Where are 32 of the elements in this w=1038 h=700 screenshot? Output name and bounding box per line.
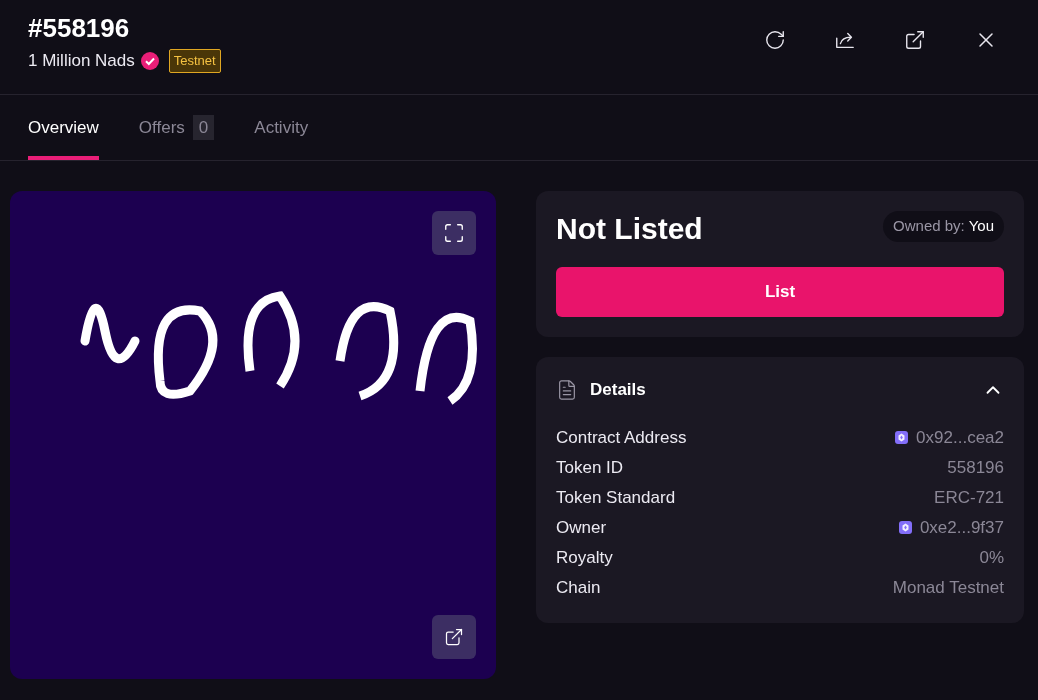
chain-icon: [898, 521, 912, 534]
external-link-button[interactable]: [432, 615, 476, 659]
detail-label: Token ID: [556, 456, 624, 479]
list-button[interactable]: List: [556, 267, 1004, 317]
owner-pill: Owned by: You: [883, 211, 1004, 242]
chain-icon: [895, 431, 909, 444]
detail-label: Chain: [556, 576, 601, 599]
detail-value: 0%: [979, 546, 1004, 569]
token-title: #558196: [28, 12, 131, 44]
listing-status: Not Listed: [556, 211, 703, 247]
fullscreen-button[interactable]: [432, 211, 476, 255]
collection-name[interactable]: 1 Million Nads: [28, 48, 135, 74]
tab[interactable]: Activity: [254, 95, 309, 160]
fullscreen-icon: [443, 222, 465, 244]
detail-value: Monad Testnet: [892, 576, 1004, 599]
refresh-icon: [764, 29, 786, 51]
external-link-icon: [444, 627, 464, 647]
detail-value[interactable]: 0xe2...9f37: [919, 514, 1004, 541]
tab[interactable]: Offers 0: [138, 95, 215, 160]
tab[interactable]: Overview: [28, 95, 99, 160]
detail-value: ERC-721: [934, 486, 1004, 509]
document-icon: [556, 378, 578, 401]
detail-label: Owner: [556, 516, 607, 539]
details-header[interactable]: Details: [556, 377, 1004, 403]
detail-value: 558196: [947, 456, 1004, 479]
network-badge: Testnet: [168, 49, 221, 73]
count-badge: 0: [192, 114, 215, 141]
detail-label: Token Standard: [556, 486, 676, 509]
detail-value[interactable]: 0x92...cea2: [916, 424, 1004, 451]
detail-label: Royalty: [556, 546, 613, 569]
external-link-icon: [904, 29, 926, 51]
detail-label: Contract Address: [556, 426, 687, 449]
